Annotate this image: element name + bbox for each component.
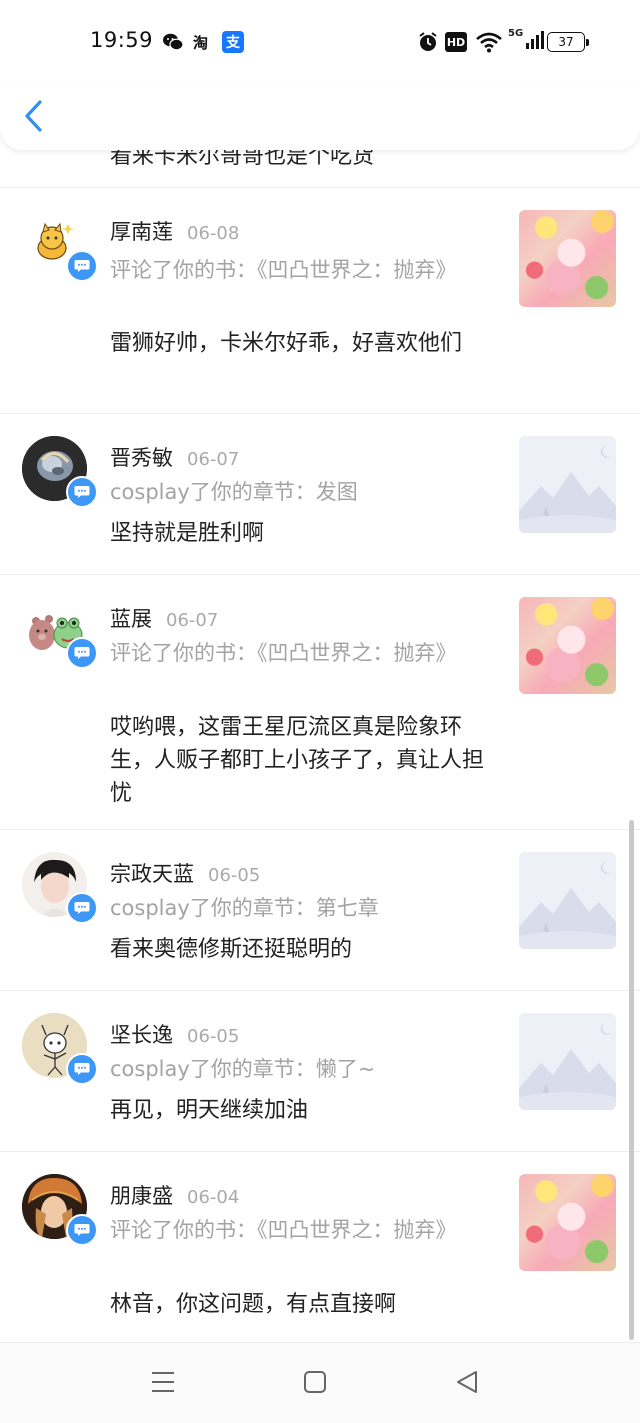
comment-bubble-icon	[66, 476, 98, 508]
comment-bubble-icon	[66, 1214, 98, 1246]
back-triangle-icon[interactable]	[454, 1369, 480, 1399]
alipay-icon: 支	[222, 31, 244, 53]
comment-source[interactable]: 评论了你的书：《凹凸世界之：抛弃》	[110, 254, 480, 286]
status-time: 19:59	[90, 28, 154, 52]
user-name[interactable]: 厚南莲 06-08	[110, 216, 239, 246]
book-cover-thumbnail[interactable]	[519, 1174, 616, 1271]
user-name[interactable]: 宗政天蓝 06-05	[110, 858, 260, 888]
comment-content[interactable]: 林音，你这问题，有点直接啊	[110, 1288, 485, 1321]
comment-content[interactable]: 再见，明天继续加油	[110, 1094, 485, 1127]
taobao-icon: 淘	[193, 33, 209, 52]
system-nav-bar	[0, 1342, 640, 1423]
user-name[interactable]: 朋康盛 06-04	[110, 1180, 239, 1210]
comment-date: 06-04	[187, 1187, 240, 1208]
comment-content[interactable]: 看来奥德修斯还挺聪明的	[110, 933, 485, 966]
comment-date: 06-07	[166, 610, 219, 631]
comment-date: 06-05	[187, 1026, 240, 1047]
comment-source[interactable]: cosplay了你的章节：发图	[110, 476, 480, 508]
5g-signal-icon: 5G	[508, 28, 545, 52]
comment-list[interactable]: 看来卡米尔哥哥也是个吃货 厚南莲 06-08 评论了你的书：《凹凸世界之：抛弃》 …	[0, 150, 640, 1342]
comment-content[interactable]: 坚持就是胜利啊	[110, 517, 485, 550]
comment-source[interactable]: 评论了你的书：《凹凸世界之：抛弃》	[110, 1214, 480, 1246]
battery-icon: 37	[547, 30, 589, 54]
list-item-partial[interactable]	[0, 150, 640, 188]
user-name-text[interactable]: 晋秀敏	[110, 446, 173, 470]
image-placeholder-thumbnail[interactable]	[519, 436, 616, 533]
user-name-text[interactable]: 蓝展	[110, 607, 152, 631]
home-square-icon[interactable]	[302, 1369, 328, 1399]
comment-source[interactable]: cosplay了你的章节：懒了~	[110, 1053, 480, 1085]
list-item[interactable]: 晋秀敏 06-07 cosplay了你的章节：发图 坚持就是胜利啊	[0, 414, 640, 575]
list-item[interactable]: 宗政天蓝 06-05 cosplay了你的章节：第七章 看来奥德修斯还挺聪明的	[0, 830, 640, 991]
comment-date: 06-07	[187, 449, 240, 470]
comment-bubble-icon	[66, 250, 98, 282]
user-name[interactable]: 蓝展 06-07	[110, 603, 218, 633]
comment-date: 06-08	[187, 223, 240, 244]
image-placeholder-thumbnail[interactable]	[519, 852, 616, 949]
network-label: 5G	[508, 28, 524, 39]
user-name[interactable]: 坚长逸 06-05	[110, 1019, 239, 1049]
comment-source[interactable]: cosplay了你的章节：第七章	[110, 892, 480, 924]
user-name-text[interactable]: 朋康盛	[110, 1184, 173, 1208]
list-item[interactable]: 朋康盛 06-04 评论了你的书：《凹凸世界之：抛弃》 林音，你这问题，有点直接啊	[0, 1152, 640, 1342]
wechat-icon	[162, 30, 184, 54]
user-name[interactable]: 晋秀敏 06-07	[110, 442, 239, 472]
wifi-icon	[475, 30, 503, 54]
user-name-text[interactable]: 厚南莲	[110, 220, 173, 244]
status-bar: 19:59 淘 支 HD 5G 37	[0, 0, 640, 84]
hd-icon: HD	[445, 32, 467, 52]
image-placeholder-thumbnail[interactable]	[519, 1013, 616, 1110]
header-bar	[0, 84, 640, 150]
list-item[interactable]: 坚长逸 06-05 cosplay了你的章节：懒了~ 再见，明天继续加油	[0, 991, 640, 1152]
user-name-text[interactable]: 坚长逸	[110, 1023, 173, 1047]
alarm-icon	[417, 30, 439, 54]
list-item[interactable]: 厚南莲 06-08 评论了你的书：《凹凸世界之：抛弃》 雷狮好帅，卡米尔好乖，好喜…	[0, 188, 640, 414]
back-button[interactable]	[22, 98, 52, 136]
list-item[interactable]: 蓝展 06-07 评论了你的书：《凹凸世界之：抛弃》 哎哟喂，这雷王星厄流区真是险…	[0, 575, 640, 830]
chevron-left-icon	[25, 100, 42, 132]
comment-source[interactable]: 评论了你的书：《凹凸世界之：抛弃》	[110, 637, 480, 669]
comment-content[interactable]: 哎哟喂，这雷王星厄流区真是险象环生，人贩子都盯上小孩子了，真让人担忧	[110, 711, 485, 810]
book-cover-thumbnail[interactable]	[519, 597, 616, 694]
book-cover-thumbnail[interactable]	[519, 210, 616, 307]
comment-bubble-icon	[66, 637, 98, 669]
comment-bubble-icon	[66, 892, 98, 924]
menu-icon[interactable]	[150, 1369, 176, 1399]
comment-bubble-icon	[66, 1053, 98, 1085]
battery-level: 37	[547, 32, 585, 52]
comment-date: 06-05	[208, 865, 261, 886]
user-name-text[interactable]: 宗政天蓝	[110, 862, 194, 886]
comment-content[interactable]: 雷狮好帅，卡米尔好乖，好喜欢他们	[110, 327, 485, 360]
scrollbar[interactable]	[629, 820, 634, 1340]
